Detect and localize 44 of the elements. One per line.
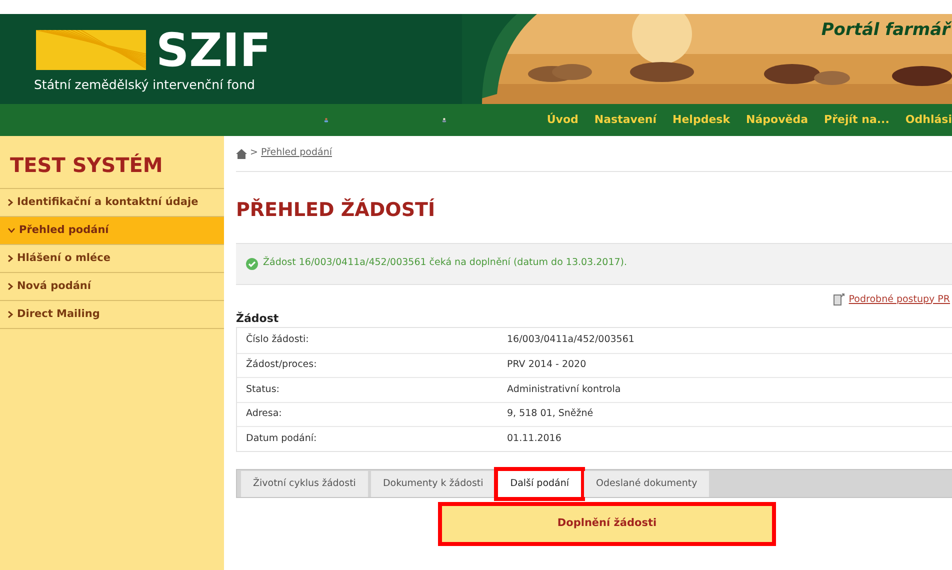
home-icon[interactable] xyxy=(236,148,247,158)
detail-value: 16/003/0411a/452/003561 xyxy=(507,333,634,348)
chevron-down-icon xyxy=(8,228,15,233)
sidebar-title: TEST SYSTÉM xyxy=(0,136,224,189)
page-heading: PŘEHLED ŽÁDOSTÍ xyxy=(236,197,436,223)
chevron-right-icon xyxy=(8,199,13,206)
tab[interactable]: Další podání xyxy=(498,470,582,497)
logo-icon xyxy=(36,30,146,70)
sidebar-item[interactable]: Direct Mailing xyxy=(0,301,224,329)
tab[interactable]: Odeslané dokumenty xyxy=(584,470,710,497)
nav-link[interactable]: Úvod xyxy=(546,112,578,128)
tab[interactable]: Dokumenty k žádosti xyxy=(370,470,496,497)
sidebar-item[interactable]: Přehled podání xyxy=(0,217,224,245)
logo-subtitle: Státní zemědělský intervenční fond xyxy=(34,76,255,94)
notice-text: Žádost 16/003/0411a/452/003561 čeká na doplnění (datum do 13.03.2017). xyxy=(263,256,628,270)
nav-link[interactable]: Helpdesk xyxy=(672,112,730,128)
breadcrumb-separator: > xyxy=(250,146,258,160)
section-title: Žádost xyxy=(236,310,280,327)
detail-value: PRV 2014 - 2020 xyxy=(507,358,586,372)
nav-link[interactable]: Přejít na... xyxy=(824,112,890,128)
tab[interactable]: Životní cyklus žádosti xyxy=(241,470,368,497)
chevron-right-icon xyxy=(8,311,13,318)
supplement-button[interactable]: Doplnění žádosti xyxy=(442,506,772,542)
detail-label: Číslo žádosti: xyxy=(245,333,310,348)
detail-value: Administrativní kontrola xyxy=(507,382,621,397)
nav-link[interactable]: Nápověda xyxy=(746,112,808,128)
logo-text: SZIF xyxy=(156,27,272,73)
breadcrumb-link[interactable]: Přehled podání xyxy=(260,146,332,161)
chevron-right-icon xyxy=(8,283,13,290)
sidebar-item[interactable]: Nová podání xyxy=(0,273,224,301)
detail-value: 9, 518 01, Sněžné xyxy=(507,407,594,422)
chevron-right-icon xyxy=(8,255,13,262)
nav-link[interactable]: Nastavení xyxy=(594,112,657,128)
nav-link[interactable]: Odhlási xyxy=(905,112,952,128)
detail-label: Adresa: xyxy=(245,407,283,422)
detail-label: Žádost/proces: xyxy=(245,358,318,372)
portal-title: Portál farmář xyxy=(821,19,950,42)
detail-label: Status: xyxy=(245,382,280,397)
procedures-link[interactable]: Podrobné postupy PR xyxy=(848,292,950,307)
sidebar-item[interactable]: Hlášení o mléce xyxy=(0,245,224,273)
detail-label: Datum podání: xyxy=(245,432,318,446)
check-icon xyxy=(246,258,258,270)
document-icon xyxy=(832,293,845,306)
detail-value: 01.11.2016 xyxy=(507,432,562,446)
